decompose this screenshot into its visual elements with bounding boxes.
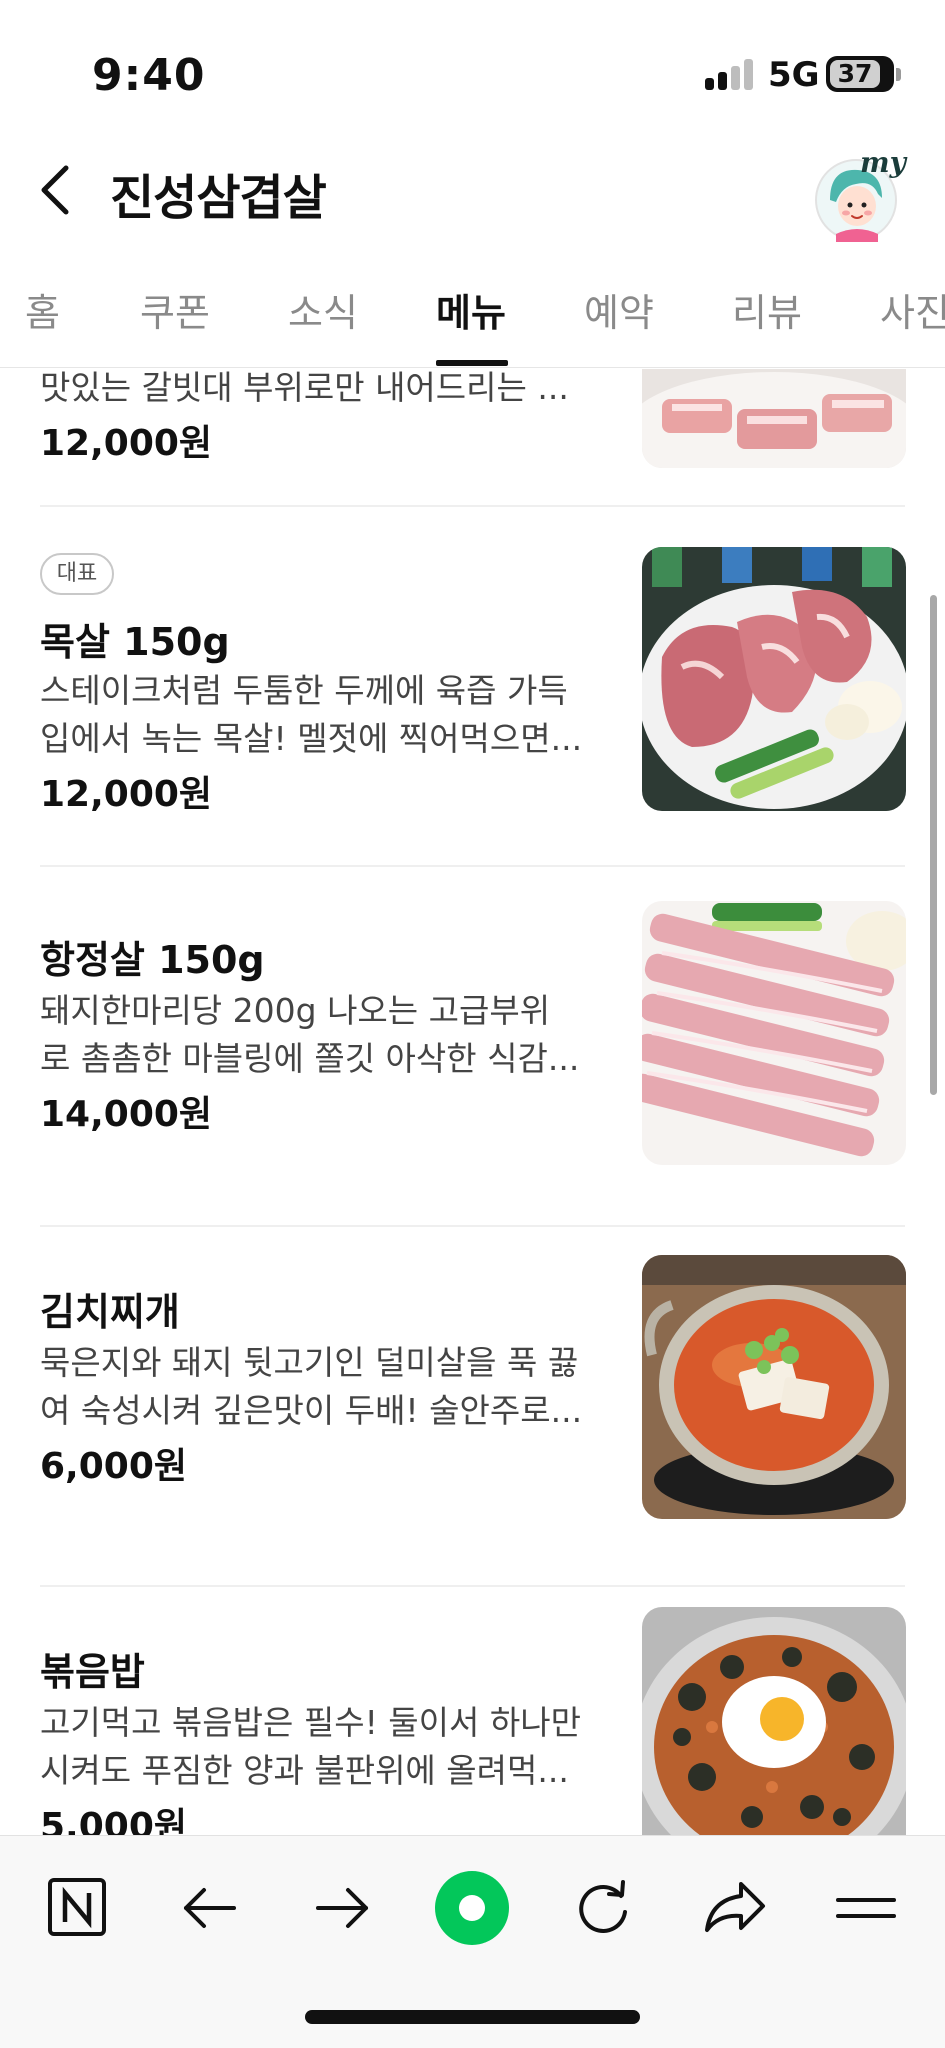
menu-item-name: 김치찌개 (40, 1290, 180, 1334)
tab-home[interactable]: 홈 (25, 282, 60, 337)
menu-item[interactable]: 대표 목살 150g 스테이크처럼 두툼한 두께에 육즙 가득 입에서 녹는 목… (0, 507, 945, 853)
naver-icon (48, 1878, 106, 1936)
back-button[interactable] (30, 158, 90, 222)
menu-item-price: 14,000원 (40, 1094, 213, 1135)
menu-item-name: 볶음밥 (40, 1650, 145, 1694)
cellular-signal-icon (705, 58, 757, 90)
fried-rice-photo (642, 1607, 906, 1835)
status-time: 9:40 (92, 50, 206, 101)
menu-item[interactable]: 맛있는 갈빗대 부위로만 내어드리는 ... 12,000원 (0, 369, 945, 506)
back-nav-button[interactable] (170, 1868, 250, 1948)
naver-home-button[interactable] (38, 1868, 118, 1948)
tab-news[interactable]: 소식 (288, 282, 358, 337)
menu-item-name: 항정살 150g (40, 938, 265, 982)
back-arrow-icon (184, 1888, 236, 1928)
my-label: my (860, 146, 906, 179)
tab-reservation[interactable]: 예약 (584, 282, 654, 337)
pork-jowl-photo (642, 901, 906, 1165)
more-menu-button[interactable] (826, 1868, 906, 1948)
green-circle-icon (435, 1871, 509, 1945)
menu-item-description: 맛있는 갈빗대 부위로만 내어드리는 ... (40, 369, 569, 407)
menu-item[interactable]: 김치찌개 묵은지와 돼지 뒷고기인 덜미살을 푹 끓 여 숙성시켜 깊은맛이 두… (0, 1227, 945, 1572)
status-bar: 9:40 5G 37 (0, 0, 945, 150)
green-dot-button[interactable] (432, 1868, 512, 1948)
battery-level-text: 37 (837, 59, 873, 88)
chevron-left-icon (41, 165, 69, 215)
refresh-button[interactable] (563, 1868, 643, 1948)
battery-icon: 37 (826, 56, 894, 92)
tab-bar: 홈 쿠폰 소식 메뉴 예약 리뷰 사진 (0, 250, 945, 368)
menu-item[interactable]: 볶음밥 고기먹고 볶음밥은 필수! 둘이서 하나만 시켜도 푸짐한 양과 불판위… (0, 1587, 945, 1835)
menu-item-description: 돼지한마리당 200g 나오는 고급부위 로 촘촘한 마블링에 쫄깃 아삭한 식… (40, 991, 580, 1078)
menu-item-price: 12,000원 (40, 423, 213, 464)
menu-list[interactable]: 맛있는 갈빗대 부위로만 내어드리는 ... 12,000원 대표 목살 150… (0, 369, 945, 1835)
menu-item-price: 12,000원 (40, 774, 213, 815)
my-profile-button[interactable]: my (812, 146, 906, 242)
pork-neck-photo (642, 547, 906, 811)
forward-arrow-icon (316, 1888, 368, 1928)
tab-menu[interactable]: 메뉴 (436, 282, 506, 337)
tab-coupon[interactable]: 쿠폰 (140, 282, 210, 337)
menu-item-name: 목살 150g (40, 620, 230, 664)
pork-belly-photo (642, 369, 906, 468)
page-title: 진성삼겹살 (110, 170, 327, 226)
forward-nav-button[interactable] (302, 1868, 382, 1948)
tab-photo[interactable]: 사진 (880, 282, 945, 337)
menu-item-price: 5,000원 (40, 1806, 187, 1835)
menu-item-price: 6,000원 (40, 1446, 187, 1487)
menu-item-description: 스테이크처럼 두툼한 두께에 육즙 가득 입에서 녹는 목살! 멜젓에 찍어먹으… (40, 671, 583, 758)
menu-item-description: 고기먹고 볶음밥은 필수! 둘이서 하나만 시켜도 푸짐한 양과 불판위에 올려… (40, 1703, 581, 1790)
menu-item[interactable]: 항정살 150g 돼지한마리당 200g 나오는 고급부위 로 촘촘한 마블링에… (0, 867, 945, 1212)
scrollbar[interactable] (930, 595, 937, 1095)
share-icon (705, 1882, 765, 1932)
menu-icon (836, 1898, 896, 1918)
tab-review[interactable]: 리뷰 (732, 282, 802, 337)
network-type: 5G (768, 55, 820, 95)
battery-cap (896, 68, 901, 81)
menu-item-description: 묵은지와 돼지 뒷고기인 덜미살을 푹 끓 여 숙성시켜 깊은맛이 두배! 술안… (40, 1343, 583, 1430)
refresh-icon (579, 1880, 627, 1933)
home-indicator[interactable] (305, 2010, 640, 2024)
kimchi-stew-photo (642, 1255, 906, 1519)
page-header: 진성삼겹살 my (0, 146, 945, 250)
signature-badge: 대표 (40, 553, 114, 595)
active-tab-indicator (436, 360, 508, 366)
share-button[interactable] (695, 1868, 775, 1948)
